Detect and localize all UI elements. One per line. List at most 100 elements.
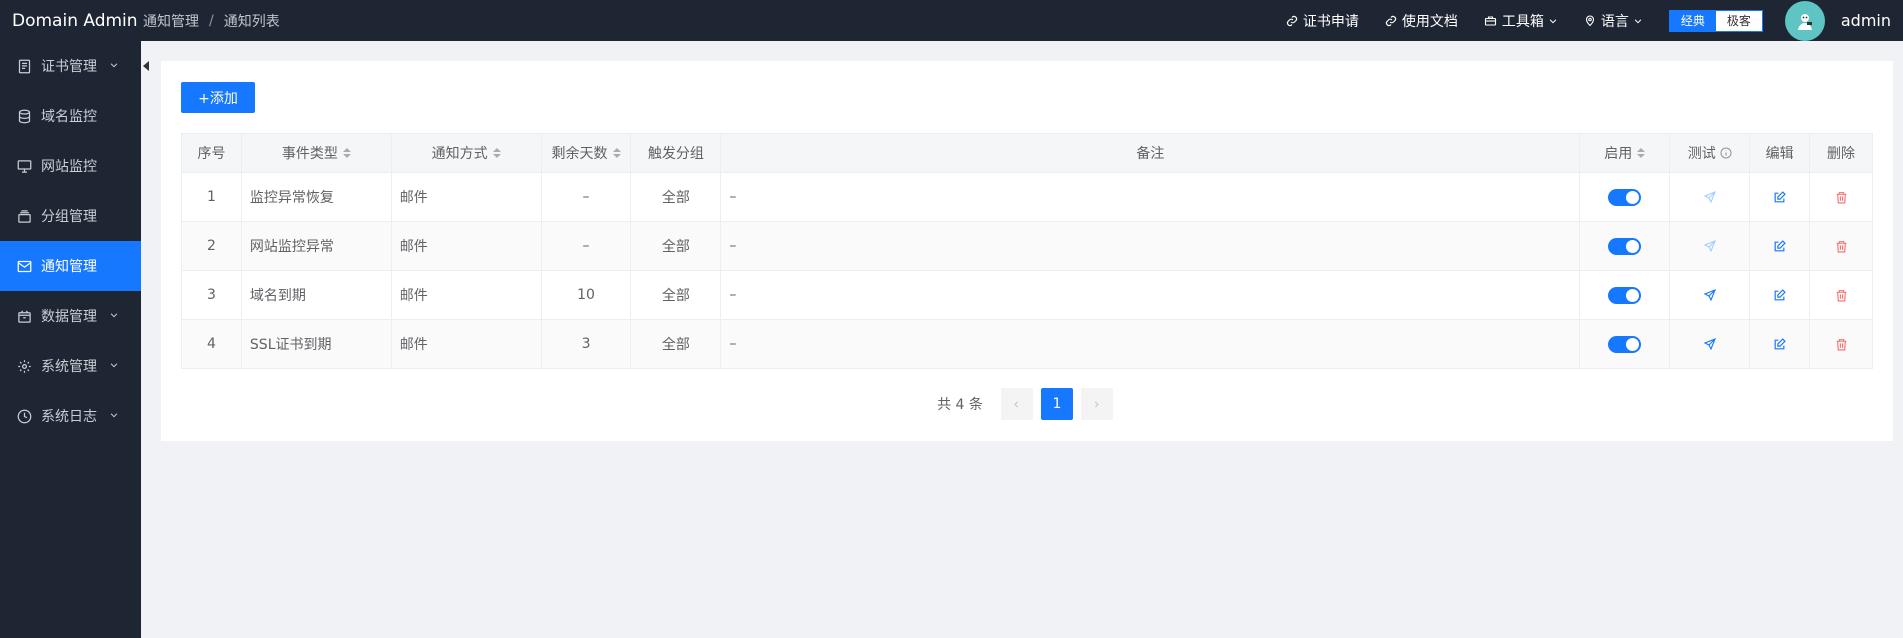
user-avatar-icon — [1797, 13, 1812, 30]
sidebar-item-label: 系统日志 — [41, 409, 97, 425]
chevron-down-icon — [1549, 18, 1557, 23]
app-brand[interactable]: Domain Admin — [0, 11, 141, 31]
cell-index: 1 — [182, 173, 242, 221]
cell-enabled — [1580, 320, 1671, 368]
language-label: 语言 — [1600, 13, 1629, 30]
enabled-toggle[interactable] — [1608, 237, 1642, 255]
prev-page-button[interactable] — [1000, 388, 1033, 420]
sidebar-item-label: 数据管理 — [41, 309, 97, 325]
sort-icon[interactable] — [492, 148, 501, 158]
cert-apply-link[interactable]: 证书申请 — [1286, 11, 1359, 31]
sidebar-item-cert-manage[interactable]: 证书管理 — [0, 41, 141, 91]
chevron-down-icon — [1634, 18, 1642, 23]
sort-icon[interactable] — [342, 148, 351, 158]
cell-days-left: 3 — [542, 320, 632, 368]
docs-label: 使用文档 — [1401, 13, 1458, 30]
pagination-total: 共 4 条 — [937, 397, 983, 413]
chevron-down-icon — [110, 63, 118, 68]
cell-event-type: 域名到期 — [242, 271, 392, 319]
send-icon[interactable] — [1703, 240, 1716, 252]
top-header: Domain Admin 通知管理 / 通知列表 证书申请 使用文档 工具箱 语… — [0, 0, 1903, 41]
column-header-enabled[interactable]: 启用 — [1580, 134, 1671, 172]
cell-trigger-group: 全部 — [631, 271, 722, 319]
send-icon[interactable] — [1703, 338, 1716, 350]
enabled-toggle[interactable] — [1608, 335, 1642, 353]
cell-delete — [1810, 320, 1872, 368]
next-page-button[interactable] — [1080, 388, 1113, 420]
trash-icon[interactable] — [1835, 338, 1848, 351]
mode-classic-button[interactable]: 经典 — [1669, 10, 1716, 31]
cell-delete — [1810, 222, 1872, 270]
sort-icon[interactable] — [1637, 148, 1646, 158]
cell-enabled — [1580, 173, 1671, 221]
sidebar-item-label: 系统管理 — [41, 359, 97, 375]
cell-edit — [1750, 173, 1811, 221]
column-header-index: 序号 — [182, 134, 242, 172]
sidebar-item-domain-monitor[interactable]: 域名监控 — [0, 91, 141, 141]
gear-icon — [18, 359, 31, 373]
avatar[interactable] — [1784, 0, 1825, 41]
column-header-days-left[interactable]: 剩余天数 — [542, 134, 632, 172]
document-icon — [18, 59, 31, 73]
cell-notify-method: 邮件 — [392, 271, 542, 319]
sidebar-item-notify-manage[interactable]: 通知管理 — [0, 241, 141, 291]
docs-link[interactable]: 使用文档 — [1385, 11, 1458, 31]
cell-remark: – — [721, 222, 1581, 270]
sidebar-item-label: 通知管理 — [41, 259, 97, 275]
column-header-trigger-group: 触发分组 — [631, 134, 722, 172]
location-pin-icon — [1585, 15, 1594, 27]
trash-icon[interactable] — [1835, 289, 1848, 302]
column-header-notify-method[interactable]: 通知方式 — [392, 134, 542, 172]
cell-days-left: 10 — [542, 271, 632, 319]
cell-test — [1670, 173, 1751, 221]
page-button-current[interactable]: 1 — [1040, 388, 1073, 420]
main-card: +添加 序号 事件类型 通知方式 剩余天数 触发分组 备注 启用 测试 编辑 删… — [161, 61, 1893, 441]
cell-trigger-group: 全部 — [631, 173, 722, 221]
column-header-remark: 备注 — [721, 134, 1581, 172]
cell-notify-method: 邮件 — [392, 222, 542, 270]
chevron-right-icon — [1095, 401, 1100, 407]
send-icon[interactable] — [1703, 289, 1716, 301]
column-header-test: 测试 — [1670, 134, 1751, 172]
column-header-event-type[interactable]: 事件类型 — [242, 134, 392, 172]
column-header-delete: 删除 — [1827, 146, 1856, 162]
cell-edit — [1750, 222, 1811, 270]
edit-icon[interactable] — [1773, 190, 1786, 204]
edit-icon[interactable] — [1773, 288, 1786, 302]
sidebar-item-system-log[interactable]: 系统日志 — [0, 391, 141, 441]
sidebar-item-system-manage[interactable]: 系统管理 — [0, 341, 141, 391]
send-icon[interactable] — [1703, 191, 1716, 203]
language-dropdown[interactable]: 语言 — [1584, 11, 1643, 31]
sidebar-item-label: 域名监控 — [41, 109, 97, 125]
breadcrumb-item-current: 通知列表 — [223, 13, 280, 30]
breadcrumb-separator: / — [209, 12, 214, 29]
sidebar-collapse-toggle[interactable] — [141, 57, 151, 75]
enabled-toggle[interactable] — [1608, 286, 1642, 304]
toolbox-label: 工具箱 — [1501, 13, 1544, 30]
sort-icon[interactable] — [612, 148, 621, 158]
trash-icon[interactable] — [1835, 191, 1848, 204]
add-button[interactable]: +添加 — [181, 82, 255, 113]
table-row: 4 SSL证书到期 邮件 3 全部 – — [182, 320, 1872, 369]
breadcrumb-item-notify-manage[interactable]: 通知管理 — [143, 11, 199, 31]
stack-icon — [18, 209, 31, 223]
toolbox-dropdown[interactable]: 工具箱 — [1484, 11, 1558, 31]
sidebar-item-group-manage[interactable]: 分组管理 — [0, 191, 141, 241]
enabled-toggle[interactable] — [1608, 188, 1642, 206]
cell-event-type: 网站监控异常 — [242, 222, 392, 270]
trash-icon[interactable] — [1835, 240, 1848, 253]
column-header-edit: 编辑 — [1750, 134, 1811, 172]
link-icon — [1385, 15, 1396, 26]
edit-icon[interactable] — [1773, 337, 1786, 351]
sidebar-item-data-manage[interactable]: 数据管理 — [0, 291, 141, 341]
notify-table: 序号 事件类型 通知方式 剩余天数 触发分组 备注 启用 测试 编辑 删除 1 … — [181, 133, 1873, 369]
cell-trigger-group: 全部 — [631, 320, 722, 368]
mode-geek-button[interactable]: 极客 — [1715, 10, 1762, 31]
database-icon — [18, 109, 31, 123]
info-circle-icon[interactable] — [1720, 147, 1732, 159]
cell-delete — [1810, 173, 1872, 221]
sidebar-item-website-monitor[interactable]: 网站监控 — [0, 141, 141, 191]
sidebar-item-label: 分组管理 — [41, 209, 97, 225]
edit-icon[interactable] — [1773, 239, 1786, 253]
user-name[interactable]: admin — [1841, 11, 1891, 30]
